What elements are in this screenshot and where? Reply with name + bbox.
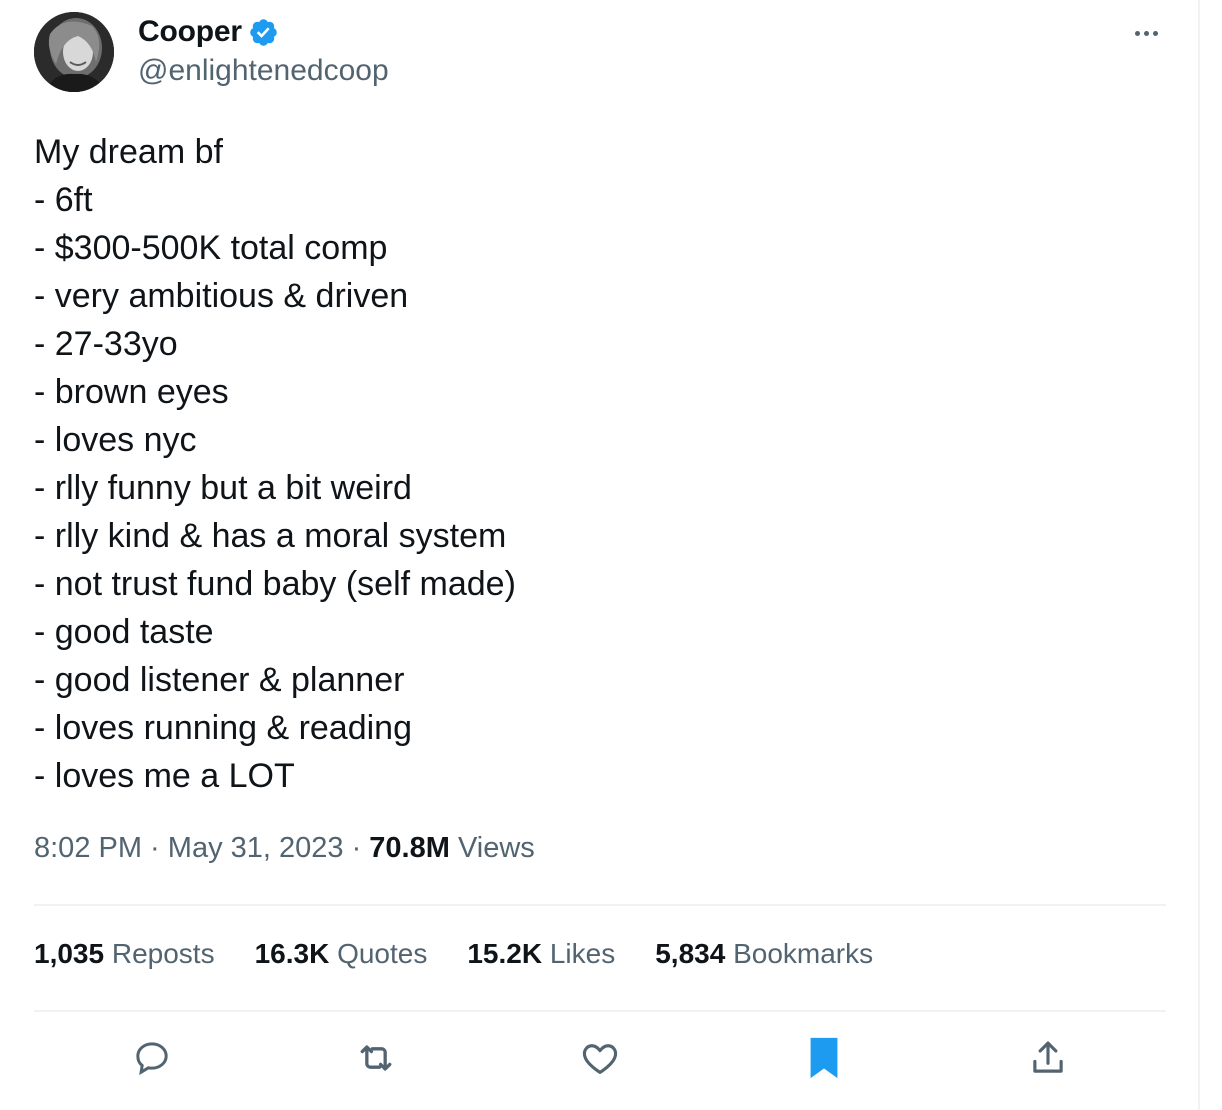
tweet-line: - rlly funny but a bit weird — [34, 469, 412, 507]
tweet-line: - good taste — [34, 613, 214, 651]
likes-count: 15.2K — [467, 938, 543, 969]
reply-button[interactable] — [122, 1030, 182, 1090]
display-name[interactable]: Cooper — [138, 15, 242, 49]
author-handle[interactable]: @enlightenedcoop — [138, 54, 389, 88]
quotes-stat[interactable]: 16.3K Quotes — [255, 938, 428, 970]
author-name-row: Cooper — [138, 12, 279, 52]
tweet-line: - 6ft — [34, 181, 93, 219]
tweet-line: - very ambitious & driven — [34, 277, 409, 315]
tweet-time[interactable]: 8:02 PM — [34, 832, 142, 864]
page-edge-border — [1198, 0, 1200, 1110]
share-button[interactable] — [1018, 1030, 1078, 1090]
dot — [1143, 30, 1149, 36]
reply-icon — [132, 1038, 172, 1083]
tweet-text: My dream bf - 6ft - $300-500K total comp… — [34, 128, 516, 800]
likes-stat[interactable]: 15.2K Likes — [467, 938, 615, 970]
bookmark-icon — [804, 1035, 844, 1086]
tweet-line: My dream bf — [34, 133, 223, 171]
bookmarks-stat[interactable]: 5,834 Bookmarks — [655, 938, 873, 970]
bookmark-button[interactable] — [794, 1030, 854, 1090]
divider — [34, 904, 1166, 906]
verified-badge-icon[interactable] — [248, 17, 279, 48]
tweet-line: - loves me a LOT — [34, 757, 295, 795]
meta-separator: · — [142, 832, 168, 864]
views-count[interactable]: 70.8M — [369, 832, 450, 864]
likes-label: Likes — [542, 938, 616, 969]
dot — [1134, 30, 1140, 36]
tweet-line: - rlly kind & has a moral system — [34, 517, 507, 555]
tweet-detail: Cooper @enlightenedcoop My dream bf - 6f… — [34, 0, 1166, 1110]
repost-icon — [354, 1036, 398, 1085]
tweet-line: - loves nyc — [34, 421, 197, 459]
reposts-count: 1,035 — [34, 938, 105, 969]
tweet-line: - good listener & planner — [34, 661, 405, 699]
like-button[interactable] — [570, 1030, 630, 1090]
tweet-line: - 27-33yo — [34, 325, 178, 363]
tweet-line: - $300-500K total comp — [34, 229, 388, 267]
tweet-line: - not trust fund baby (self made) — [34, 565, 516, 603]
engagement-stats: 1,035 Reposts 16.3K Quotes 15.2K Likes 5… — [34, 938, 913, 970]
avatar[interactable] — [34, 12, 114, 92]
tweet-meta: 8:02 PM · May 31, 2023 · 70.8M Views — [34, 832, 535, 865]
reposts-label: Reposts — [104, 938, 215, 969]
bookmarks-count: 5,834 — [655, 938, 726, 969]
tweet-line: - loves running & reading — [34, 709, 413, 747]
views-label: Views — [449, 832, 535, 864]
tweet-date[interactable]: May 31, 2023 — [168, 832, 344, 864]
dot — [1152, 30, 1158, 36]
meta-separator: · — [343, 832, 370, 864]
tweet-line: - brown eyes — [34, 373, 229, 411]
divider — [34, 1010, 1166, 1012]
action-bar — [34, 1030, 1166, 1090]
repost-button[interactable] — [346, 1030, 406, 1090]
reposts-stat[interactable]: 1,035 Reposts — [34, 938, 215, 970]
share-icon — [1027, 1037, 1069, 1084]
quotes-count: 16.3K — [254, 938, 330, 969]
bookmarks-label: Bookmarks — [725, 938, 874, 969]
quotes-label: Quotes — [329, 938, 428, 969]
more-options-icon[interactable] — [1126, 18, 1166, 48]
like-icon — [579, 1037, 621, 1084]
